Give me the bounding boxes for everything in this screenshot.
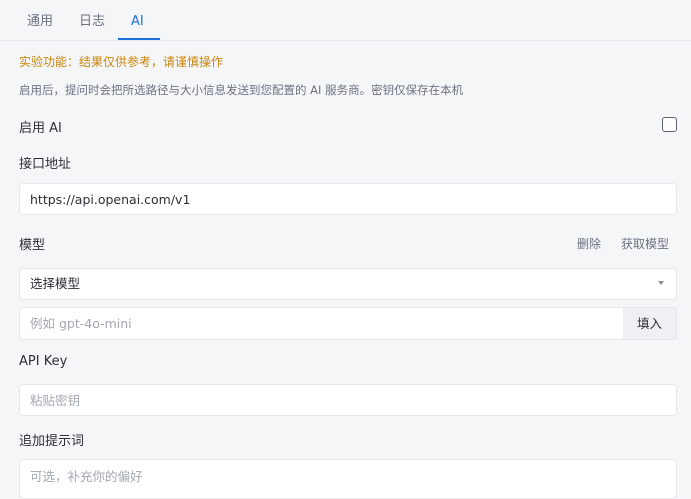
enable-ai-checkbox[interactable] bbox=[662, 117, 677, 132]
extra-prompt-input[interactable] bbox=[20, 460, 676, 492]
api-key-label: API Key bbox=[19, 354, 68, 369]
settings-tabs: 通用 日志 AI bbox=[0, 0, 691, 41]
api-key-field-wrapper bbox=[19, 384, 677, 416]
custom-model-field-wrapper bbox=[19, 307, 624, 340]
model-label: 模型 bbox=[19, 238, 46, 253]
tab-logs[interactable]: 日志 bbox=[79, 0, 105, 41]
fetch-models-button[interactable]: 获取模型 bbox=[621, 235, 669, 252]
tab-general[interactable]: 通用 bbox=[27, 0, 53, 41]
privacy-description: 启用后，提问时会把所选路径与大小信息发送到您配置的 AI 服务商。密钥仅保存在本… bbox=[19, 83, 464, 97]
custom-model-input[interactable] bbox=[20, 308, 623, 339]
extra-prompt-label: 追加提示词 bbox=[19, 434, 85, 449]
tab-ai[interactable]: AI bbox=[131, 0, 144, 41]
extra-prompt-field-wrapper bbox=[19, 459, 677, 499]
api-key-input[interactable] bbox=[20, 385, 676, 415]
endpoint-input[interactable] bbox=[20, 184, 676, 214]
active-tab-indicator bbox=[118, 38, 160, 40]
model-select-value: 选择模型 bbox=[30, 276, 81, 291]
endpoint-label: 接口地址 bbox=[19, 157, 72, 172]
fill-model-button[interactable]: 填入 bbox=[623, 307, 677, 340]
model-select[interactable]: 选择模型 bbox=[19, 268, 677, 300]
experimental-warning: 实验功能：结果仅供参考，请谨慎操作 bbox=[19, 55, 224, 69]
enable-ai-label: 启用 AI bbox=[19, 121, 62, 136]
caret-down-icon bbox=[658, 281, 664, 285]
delete-model-button[interactable]: 删除 bbox=[577, 235, 601, 252]
endpoint-field-wrapper bbox=[19, 183, 677, 215]
